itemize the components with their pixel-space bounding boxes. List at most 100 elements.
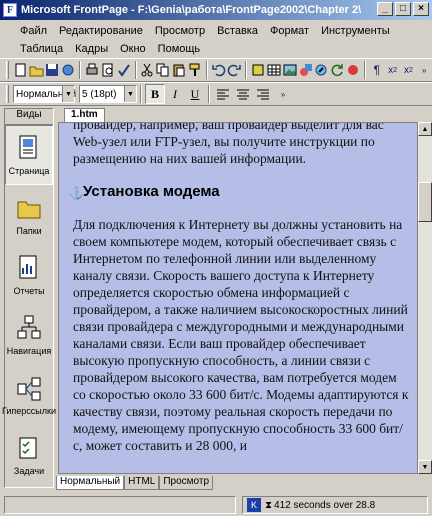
view-tasks[interactable]: Задачи (5, 425, 53, 485)
status-pane-download: K ⧗ 412 seconds over 28.8 (242, 496, 428, 514)
menu-help[interactable]: Помощь (152, 43, 207, 55)
tab-normal[interactable]: Нормальный (56, 476, 125, 490)
views-bar-header: Виды (5, 109, 53, 125)
view-folders-label: Папки (16, 226, 42, 236)
menu-edit[interactable]: Редактирование (53, 25, 149, 37)
view-page[interactable]: Страница (5, 125, 53, 185)
menu-insert[interactable]: Вставка (211, 25, 264, 37)
more-buttons-icon[interactable]: » (416, 60, 432, 80)
publish-icon[interactable] (60, 60, 76, 80)
align-center-icon[interactable] (233, 84, 253, 104)
scroll-thumb[interactable] (418, 182, 432, 222)
menu-tools[interactable]: Инструменты (315, 25, 396, 37)
frontpage-app-icon[interactable]: F (3, 3, 17, 17)
reports-view-icon (19, 255, 37, 279)
open-icon[interactable] (29, 60, 45, 80)
close-button[interactable]: × (413, 2, 429, 16)
show-all-pilcrow-icon[interactable]: ¶ (369, 60, 385, 80)
section-heading-text: Установка модема (83, 183, 220, 200)
more-buttons-icon[interactable]: » (273, 84, 293, 104)
view-folders[interactable]: Папки (5, 185, 53, 245)
menu-table[interactable]: Таблица (14, 43, 69, 55)
copy-icon[interactable] (155, 60, 171, 80)
toolbar-separator (205, 61, 208, 79)
navigation-view-icon (17, 315, 41, 339)
view-navigation[interactable]: Навигация (5, 305, 53, 365)
folders-view-icon (17, 201, 41, 219)
view-reports-label: Отчеты (13, 286, 45, 296)
font-size-select[interactable]: 5 (18pt) ▼ (79, 85, 137, 103)
view-reports[interactable]: Отчеты (5, 245, 53, 305)
document-tab[interactable]: 1.htm (64, 108, 105, 122)
toolbar-separator (363, 61, 366, 79)
view-page-label: Страница (8, 166, 50, 176)
cut-icon[interactable] (140, 60, 156, 80)
minimize-button[interactable]: _ (377, 2, 393, 16)
tasks-view-icon (19, 437, 37, 459)
tab-html-label: HTML (128, 476, 156, 487)
stop-icon[interactable] (345, 60, 361, 80)
tab-preview-label: Просмотр (163, 476, 210, 487)
connection-icon: K (247, 498, 261, 512)
align-right-icon[interactable] (253, 84, 273, 104)
superscript-icon[interactable]: x2 (401, 60, 417, 80)
insert-table-icon[interactable] (266, 60, 282, 80)
window-title: Microsoft FrontPage - F:\Genia\работа\Fr… (21, 4, 361, 16)
toolbar-separator (79, 61, 82, 79)
insert-picture-icon[interactable] (282, 60, 298, 80)
scroll-up-arrow-icon[interactable]: ▲ (418, 122, 432, 136)
redo-icon[interactable] (227, 60, 243, 80)
document-editor[interactable]: провайдер, например, ваш провайдер выдел… (58, 122, 418, 474)
new-page-icon[interactable] (13, 60, 29, 80)
font-size-select-value: 5 (18pt) (82, 88, 117, 100)
tab-normal-label: Нормальный (60, 476, 121, 487)
view-hyperlinks[interactable]: Гиперссылки (2, 365, 56, 425)
toolbar-grip[interactable] (6, 61, 9, 79)
standard-toolbar: ¶ x2 x2 » (0, 58, 432, 82)
menu-file[interactable]: Файл (14, 25, 53, 37)
hourglass-icon: ⧗ (265, 499, 273, 511)
undo-icon[interactable] (211, 60, 227, 80)
preview-icon[interactable] (100, 60, 116, 80)
toolbar-grip[interactable] (6, 85, 9, 103)
chevron-down-icon[interactable]: ▼ (124, 86, 136, 102)
italic-button[interactable]: I (165, 84, 185, 104)
view-tasks-label: Задачи (13, 466, 45, 476)
vertical-scrollbar[interactable]: ▲ ▼ (418, 122, 432, 474)
hyperlink-icon[interactable] (314, 60, 330, 80)
toolbar-separator (140, 85, 142, 103)
tab-preview[interactable]: Просмотр (159, 476, 214, 490)
intro-paragraph: провайдер, например, ваш провайдер выдел… (73, 122, 384, 166)
drawing-icon[interactable] (298, 60, 314, 80)
maximize-button[interactable]: □ (395, 2, 411, 16)
menu-view[interactable]: Просмотр (149, 25, 211, 37)
view-hyperlinks-label: Гиперссылки (2, 406, 56, 416)
tab-html[interactable]: HTML (124, 476, 160, 490)
paste-icon[interactable] (171, 60, 187, 80)
bookmark-anchor-icon: ⚓ (69, 185, 84, 200)
body-paragraph: Для подключения к Интернету вы должны ус… (73, 217, 409, 453)
view-navigation-label: Навигация (6, 346, 52, 356)
refresh-icon[interactable] (329, 60, 345, 80)
spelling-icon[interactable] (116, 60, 132, 80)
save-icon[interactable] (45, 60, 61, 80)
underline-button[interactable]: U (185, 84, 205, 104)
hyperlinks-view-icon (17, 377, 41, 401)
page-view-icon (19, 135, 37, 159)
style-select[interactable]: Нормальный ▼ (13, 85, 76, 103)
align-left-icon[interactable] (213, 84, 233, 104)
subscript-icon[interactable]: x2 (385, 60, 401, 80)
chevron-down-icon[interactable]: ▼ (62, 86, 74, 102)
menu-format[interactable]: Формат (264, 25, 315, 37)
menu-frames[interactable]: Кадры (69, 43, 114, 55)
format-painter-icon[interactable] (187, 60, 203, 80)
bold-button[interactable]: B (145, 84, 165, 104)
toolbar-separator (208, 85, 210, 103)
scroll-down-arrow-icon[interactable]: ▼ (418, 460, 432, 474)
status-bar: K ⧗ 412 seconds over 28.8 (0, 494, 432, 516)
print-icon[interactable] (84, 60, 100, 80)
title-bar: F Microsoft FrontPage - F:\Genia\работа\… (0, 0, 432, 20)
toolbar-separator (134, 61, 137, 79)
insert-component-icon[interactable] (250, 60, 266, 80)
menu-window[interactable]: Окно (114, 43, 152, 55)
